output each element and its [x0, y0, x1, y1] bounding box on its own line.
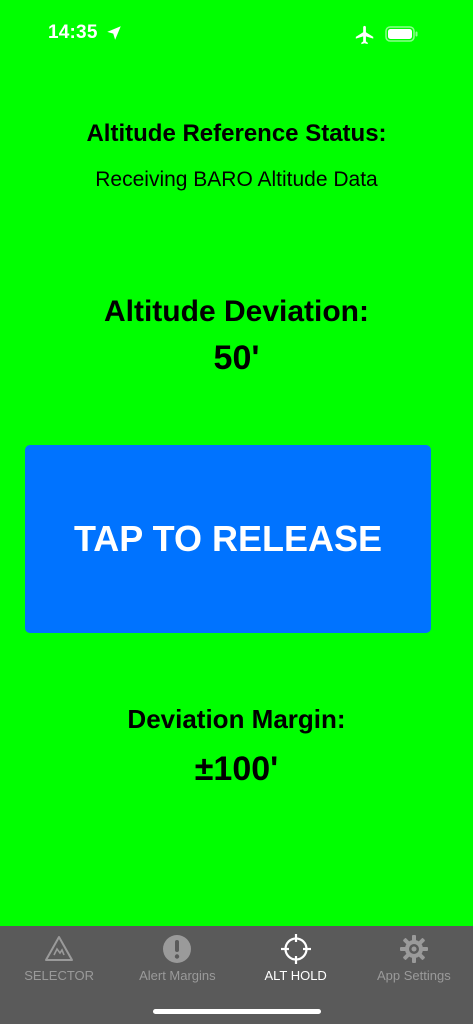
status-time: 14:35: [48, 22, 98, 43]
deviation-margin-title: Deviation Margin:: [127, 704, 346, 734]
crosshair-icon: [280, 934, 311, 964]
tap-to-release-button[interactable]: TAP TO RELEASE: [25, 445, 431, 633]
home-indicator[interactable]: [153, 1009, 321, 1014]
tab-selector[interactable]: SELECTOR: [0, 926, 118, 1024]
gear-icon: [399, 935, 428, 963]
altitude-reference-title: Altitude Reference Status:: [86, 120, 387, 147]
selector-warning-icon: [45, 936, 74, 961]
battery-icon: [385, 26, 418, 42]
exclamation-circle-icon: [163, 935, 192, 963]
tab-label: App Settings: [377, 968, 451, 983]
tab-app-settings[interactable]: App Settings: [355, 926, 473, 1024]
status-bar: 14:35: [0, 0, 473, 70]
deviation-margin-value: ±100': [194, 750, 279, 788]
tab-label: ALT HOLD: [264, 968, 327, 983]
altitude-deviation-title: Altitude Deviation:: [103, 295, 369, 328]
altitude-reference-status: Receiving BARO Altitude Data: [95, 168, 378, 191]
tab-label: Alert Margins: [139, 968, 216, 983]
tab-label: SELECTOR: [24, 968, 95, 983]
alt-hold-screen: 14:35 Altitude Reference Status: Receivi…: [0, 0, 473, 1024]
altitude-deviation-value: 50': [213, 339, 260, 377]
airplane-icon: [355, 25, 374, 45]
location-arrow-icon: [107, 26, 121, 40]
release-button-label: TAP TO RELEASE: [73, 518, 383, 559]
